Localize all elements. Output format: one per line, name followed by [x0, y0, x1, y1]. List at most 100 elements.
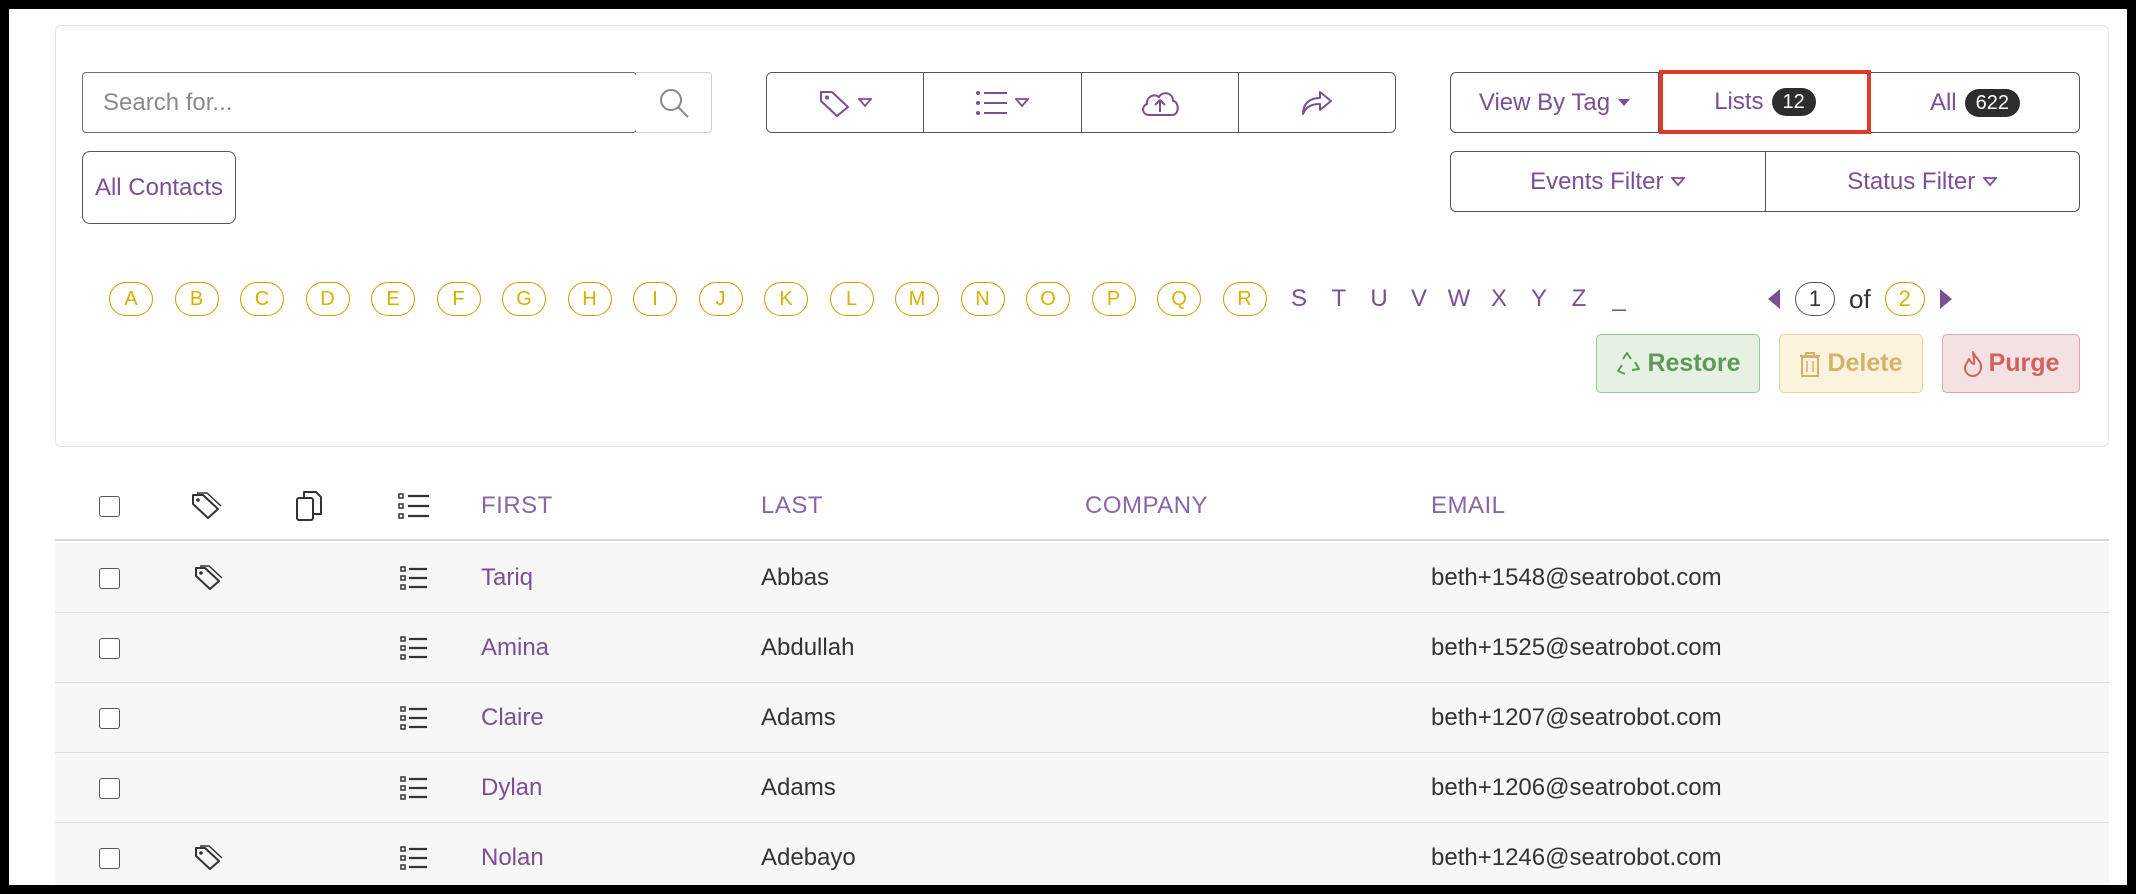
tag-icon	[820, 90, 850, 117]
letter-filter-q[interactable]: Q	[1157, 282, 1201, 316]
search-input[interactable]	[82, 72, 637, 133]
letter-filter-v[interactable]: V	[1408, 282, 1430, 316]
view-by-tag-button[interactable]: View By Tag	[1451, 73, 1659, 132]
letter-filter-z[interactable]: Z	[1568, 282, 1590, 316]
search-icon	[659, 88, 689, 118]
total-pages[interactable]: 2	[1884, 282, 1925, 316]
letter-filter-f[interactable]: F	[436, 282, 481, 316]
table-row[interactable]: Dylan Adams beth+1206@seatrobot.com	[55, 753, 2109, 823]
page-of-label: of	[1849, 283, 1871, 314]
letter-filter-a[interactable]: A	[109, 282, 153, 316]
row-checkbox[interactable]	[99, 847, 120, 869]
row-list-cell[interactable]	[400, 543, 428, 613]
letter-filter-i[interactable]: I	[633, 282, 677, 316]
letter-filter-o[interactable]: O	[1026, 282, 1070, 316]
row-checkbox[interactable]	[99, 637, 120, 659]
first-name-cell[interactable]: Dylan	[481, 753, 542, 823]
letter-filter-c[interactable]: C	[240, 282, 284, 316]
table-row[interactable]: Nolan Adebayo beth+1246@seatrobot.com	[55, 823, 2109, 885]
lists-view-button[interactable]: Lists 12	[1659, 70, 1871, 134]
tag-icon	[192, 492, 222, 519]
select-all-checkbox[interactable]	[99, 495, 120, 517]
toolbar-group	[766, 72, 1396, 133]
letter-filter-j[interactable]: J	[698, 282, 743, 316]
letter-filter-n[interactable]: N	[960, 282, 1005, 316]
list-icon	[400, 846, 427, 870]
next-page-icon[interactable]	[1939, 288, 1953, 310]
all-label: All	[1929, 88, 1957, 116]
tag-dropdown-button[interactable]	[767, 73, 925, 132]
row-checkbox[interactable]	[99, 567, 120, 589]
letter-filter-x[interactable]: X	[1488, 282, 1510, 316]
restore-button[interactable]: Restore	[1596, 334, 1760, 393]
last-name-header[interactable]: LAST	[761, 471, 823, 541]
letter-filter-l[interactable]: L	[829, 282, 874, 316]
letter-filter-y[interactable]: Y	[1528, 282, 1550, 316]
current-page[interactable]: 1	[1795, 282, 1835, 316]
last-name-cell: Adebayo	[761, 844, 856, 871]
last-name-cell: Abbas	[761, 564, 830, 591]
events-filter-button[interactable]: Events Filter	[1451, 152, 1766, 211]
all-contacts-button[interactable]: All Contacts	[82, 151, 236, 224]
letter-filter-b[interactable]: B	[174, 282, 219, 316]
last-name-cell: Adams	[761, 704, 836, 731]
letter-filter-r[interactable]: R	[1222, 282, 1267, 316]
first-name-cell[interactable]: Tariq	[481, 543, 533, 613]
events-filter-label: Events Filter	[1530, 167, 1664, 195]
fire-icon	[1963, 350, 1982, 377]
table-row[interactable]: Amina Abdullah beth+1525@seatrobot.com	[55, 613, 2109, 683]
row-tag-cell[interactable]	[193, 543, 223, 613]
list-icon	[400, 706, 427, 730]
letter-filter-d[interactable]: D	[305, 282, 350, 316]
view-by-tag-label: View By Tag	[1478, 88, 1611, 116]
lists-label: Lists	[1714, 88, 1764, 115]
row-list-cell[interactable]	[400, 753, 428, 823]
upload-button[interactable]	[1081, 73, 1239, 132]
caret-down-icon	[1618, 98, 1631, 106]
row-checkbox[interactable]	[99, 777, 120, 799]
share-button[interactable]	[1238, 73, 1395, 132]
list-icon	[400, 636, 427, 660]
delete-label: Delete	[1827, 349, 1903, 377]
letter-filter-h[interactable]: H	[567, 282, 612, 316]
letter-filter-w[interactable]: W	[1448, 282, 1471, 316]
letter-filter-s[interactable]: S	[1288, 282, 1310, 316]
caret-down-icon	[1671, 176, 1686, 186]
status-filter-label: Status Filter	[1847, 167, 1976, 195]
email-cell: beth+1207@seatrobot.com	[1431, 704, 1722, 731]
letter-filter-t[interactable]: T	[1328, 282, 1350, 316]
table-row[interactable]: Tariq Abbas beth+1548@seatrobot.com	[55, 543, 2109, 613]
first-name-cell[interactable]: Nolan	[481, 823, 544, 885]
status-filter-button[interactable]: Status Filter	[1766, 152, 2080, 211]
purge-label: Purge	[1988, 349, 2060, 377]
company-header[interactable]: COMPANY	[1085, 471, 1208, 541]
row-list-cell[interactable]	[400, 823, 428, 885]
prev-page-icon[interactable]	[1767, 288, 1781, 310]
delete-button[interactable]: Delete	[1779, 334, 1923, 393]
list-dropdown-button[interactable]	[924, 73, 1082, 132]
email-header[interactable]: EMAIL	[1431, 471, 1506, 541]
row-checkbox-cell	[99, 753, 120, 823]
letter-filter-m[interactable]: M	[895, 282, 939, 316]
letter-filter-u[interactable]: U	[1368, 282, 1390, 316]
all-view-button[interactable]: All 622	[1871, 73, 2079, 132]
filter-group: Events Filter Status Filter	[1450, 151, 2080, 212]
first-name-cell[interactable]: Claire	[481, 683, 544, 753]
search-button[interactable]	[636, 72, 712, 133]
app-frame: View By Tag Lists 12 All 622 Events Filt…	[9, 9, 2127, 885]
row-list-cell[interactable]	[400, 683, 428, 753]
letter-filter-g[interactable]: G	[502, 282, 546, 316]
caret-down-icon	[1983, 176, 1998, 186]
row-checkbox[interactable]	[99, 707, 120, 729]
letter-filter-k[interactable]: K	[764, 282, 808, 316]
letter-filter-e[interactable]: E	[371, 282, 415, 316]
table-header: FIRST LAST COMPANY EMAIL	[55, 471, 2109, 541]
row-tag-cell[interactable]	[193, 823, 223, 885]
first-name-cell[interactable]: Amina	[481, 613, 549, 683]
letter-filter-p[interactable]: P	[1091, 282, 1136, 316]
first-name-header[interactable]: FIRST	[481, 471, 553, 541]
purge-button[interactable]: Purge	[1942, 334, 2080, 393]
row-list-cell[interactable]	[400, 613, 428, 683]
table-row[interactable]: Claire Adams beth+1207@seatrobot.com	[55, 683, 2109, 753]
letter-filter-underscore[interactable]: _	[1608, 282, 1630, 316]
